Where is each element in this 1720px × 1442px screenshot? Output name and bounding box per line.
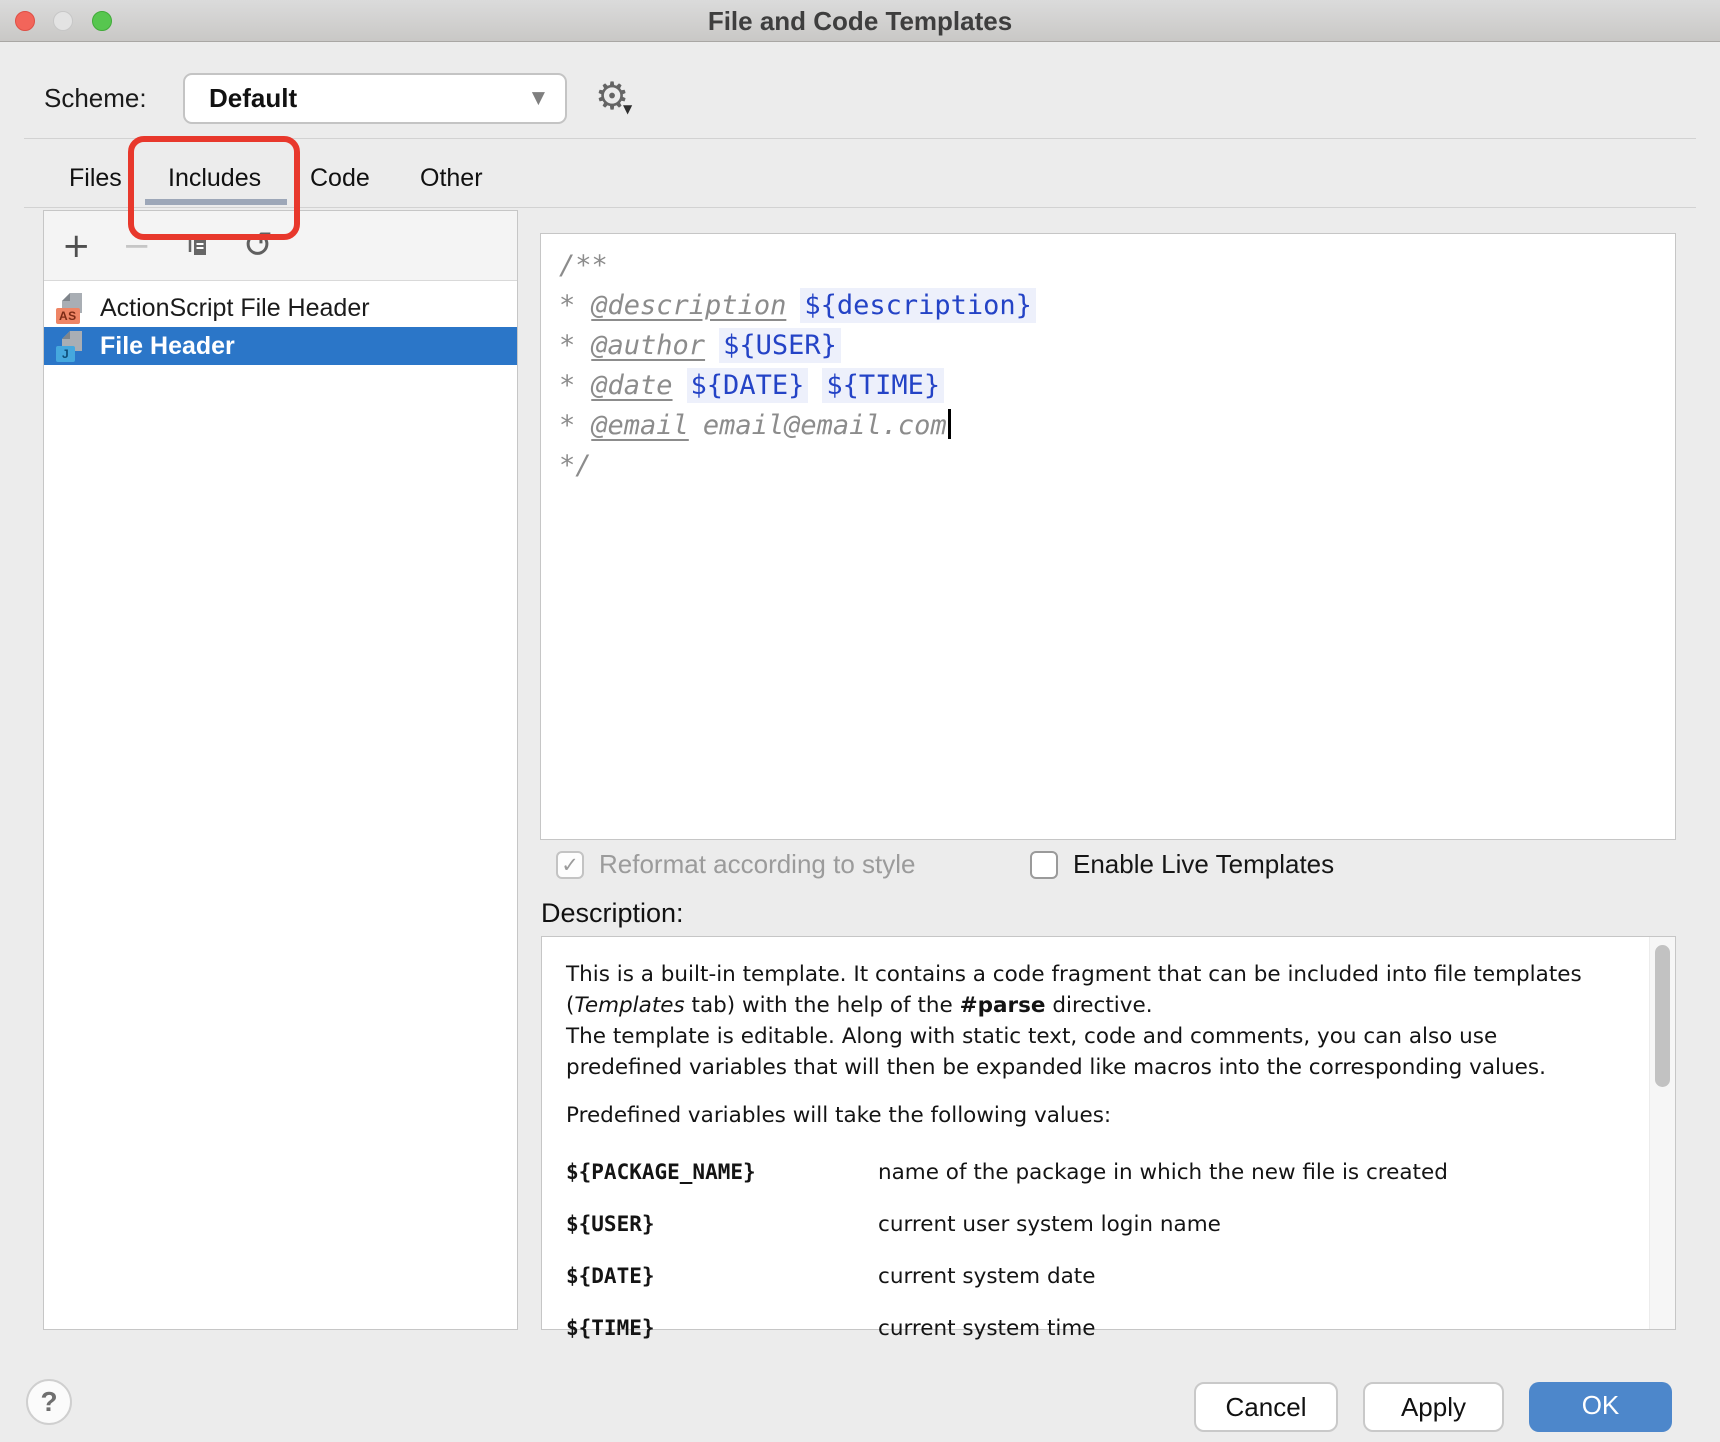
variable-name: ${PACKAGE_NAME} <box>566 1157 878 1188</box>
variable-name: ${DATE} <box>566 1261 878 1292</box>
gear-caret-icon: ▼ <box>623 102 632 116</box>
variable-name: ${USER} <box>566 1209 878 1240</box>
copy-template-button[interactable] <box>183 232 211 260</box>
doc-tag: @date <box>591 370 672 401</box>
template-list-panel: + − ↺ AS ActionScript File Header J File… <box>43 210 518 1330</box>
doc-tag: @description <box>591 290 786 321</box>
actionscript-file-icon: AS <box>56 292 86 324</box>
separator-below-tabs <box>24 207 1696 208</box>
check-icon: ✓ <box>561 853 579 877</box>
scheme-dropdown[interactable]: Default ▼ <box>183 73 567 124</box>
list-item-file-header[interactable]: J File Header <box>44 327 517 365</box>
description-text-line: The template is editable. Along with sta… <box>566 1021 1675 1052</box>
variable-description: current system date <box>878 1261 1095 1292</box>
template-variable: ${TIME} <box>822 368 944 403</box>
actionscript-badge: AS <box>56 308 80 324</box>
reformat-checkbox: ✓ <box>556 851 584 879</box>
scheme-selected-value: Default <box>209 75 297 122</box>
live-templates-checkbox-label: Enable Live Templates <box>1073 849 1334 880</box>
apply-button[interactable]: Apply <box>1363 1382 1504 1432</box>
variable-description: name of the package in which the new fil… <box>878 1157 1448 1188</box>
description-box: This is a built-in template. It contains… <box>541 936 1676 1330</box>
list-toolbar: + − ↺ <box>44 211 517 281</box>
ok-button[interactable]: OK <box>1529 1382 1672 1432</box>
description-text-line: (Templates tab) with the help of the #pa… <box>566 990 1675 1021</box>
list-item-label: File Header <box>100 332 235 361</box>
description-text-line: predefined variables that will then be e… <box>566 1052 1675 1083</box>
live-templates-checkbox-option[interactable]: Enable Live Templates <box>1030 849 1334 880</box>
help-button[interactable]: ? <box>26 1379 72 1425</box>
tab-other[interactable]: Other <box>420 158 483 198</box>
code-line: /** <box>559 246 1675 286</box>
code-line: *@emailemail@email.com <box>559 406 1675 446</box>
reset-to-default-button[interactable]: ↺ <box>243 229 273 263</box>
cancel-button[interactable]: Cancel <box>1194 1382 1338 1432</box>
javascript-badge: J <box>56 346 75 362</box>
variable-row: ${PACKAGE_NAME} name of the package in w… <box>566 1157 1675 1188</box>
title-bar: File and Code Templates <box>0 0 1720 42</box>
separator-above-tabs <box>24 138 1696 139</box>
description-text-line: Predefined variables will take the follo… <box>566 1100 1675 1131</box>
template-variable: ${USER} <box>719 328 841 363</box>
list-item-label: ActionScript File Header <box>100 294 370 323</box>
reformat-checkbox-option: ✓ Reformat according to style <box>556 849 915 880</box>
remove-template-button: − <box>123 229 152 263</box>
predefined-variables-table: ${PACKAGE_NAME} name of the package in w… <box>566 1157 1675 1344</box>
tab-code[interactable]: Code <box>310 158 370 198</box>
code-line: */ <box>559 446 1675 486</box>
variable-description: current user system login name <box>878 1209 1221 1240</box>
add-template-button[interactable]: + <box>62 229 91 263</box>
list-item-actionscript-file-header[interactable]: AS ActionScript File Header <box>44 289 517 327</box>
text-cursor <box>948 409 951 439</box>
code-line: *@author${USER} <box>559 326 1675 366</box>
window-title: File and Code Templates <box>0 0 1720 42</box>
description-text-line: This is a built-in template. It contains… <box>566 959 1675 990</box>
doc-tag: @email <box>591 410 689 441</box>
code-line: *@date${DATE}${TIME} <box>559 366 1675 406</box>
code-line: *@description${description} <box>559 286 1675 326</box>
variable-row: ${DATE} current system date <box>566 1261 1675 1292</box>
tab-includes[interactable]: Includes <box>168 158 261 198</box>
description-scrollbar-thumb[interactable] <box>1655 945 1670 1087</box>
description-scrollbar[interactable] <box>1649 937 1675 1329</box>
javascript-file-icon: J <box>56 330 86 362</box>
tab-files[interactable]: Files <box>69 158 122 198</box>
live-templates-checkbox[interactable] <box>1030 851 1058 879</box>
template-variable: ${description} <box>800 288 1036 323</box>
doc-tag: @author <box>591 330 705 361</box>
chevron-down-icon: ▼ <box>532 75 545 122</box>
variable-description: current system time <box>878 1313 1096 1344</box>
variable-row: ${TIME} current system time <box>566 1313 1675 1344</box>
active-tab-indicator <box>145 199 287 205</box>
scheme-actions-button[interactable]: ⚙ ▼ <box>593 74 643 124</box>
template-variable: ${DATE} <box>687 368 809 403</box>
scheme-label: Scheme: <box>44 83 147 114</box>
reformat-checkbox-label: Reformat according to style <box>599 849 915 880</box>
template-editor[interactable]: /** *@description${description} *@author… <box>540 233 1676 840</box>
description-label: Description: <box>541 898 684 929</box>
variable-name: ${TIME} <box>566 1313 878 1344</box>
template-list: AS ActionScript File Header J File Heade… <box>44 289 517 365</box>
variable-row: ${USER} current user system login name <box>566 1209 1675 1240</box>
